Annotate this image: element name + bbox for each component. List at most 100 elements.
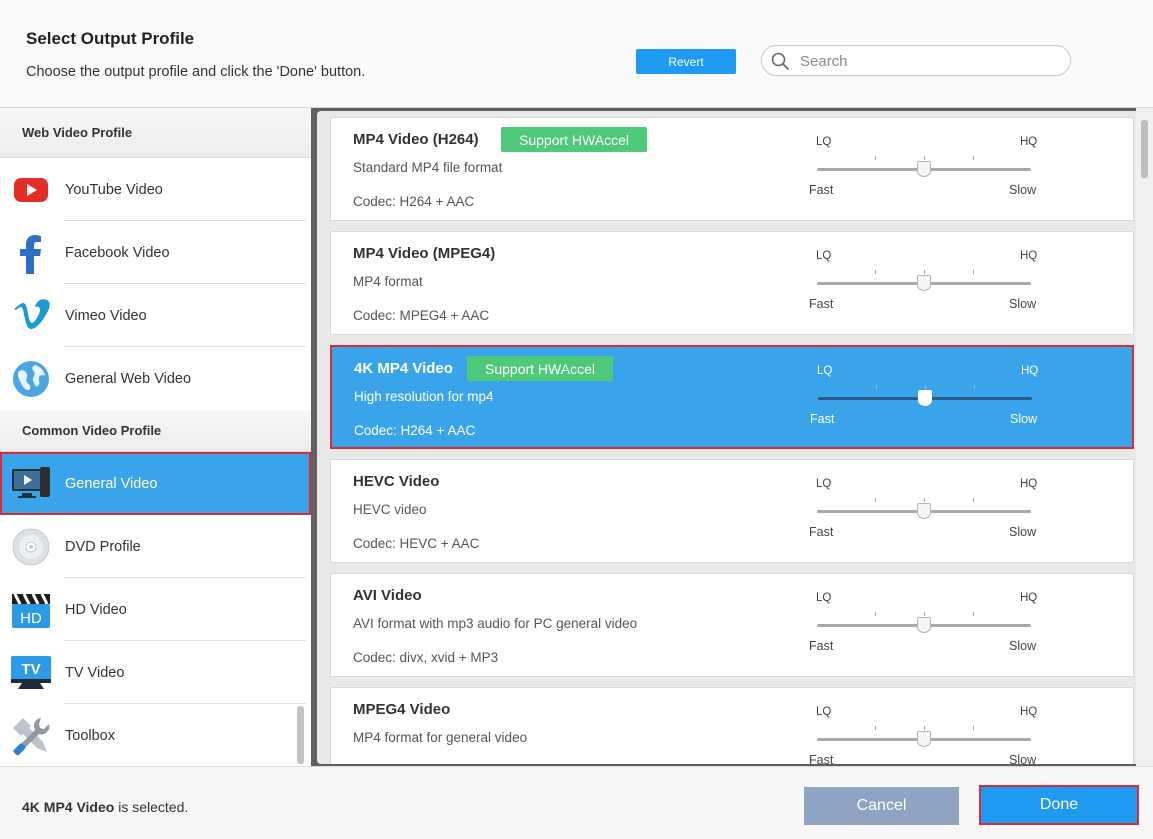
tv-icon: TV: [10, 652, 52, 694]
hq-label: HQ: [1020, 592, 1038, 604]
slider-tick: [973, 726, 974, 730]
vimeo-icon: [10, 295, 52, 337]
lq-label: LQ: [817, 365, 833, 377]
profile-name: AVI Video: [353, 587, 422, 604]
slow-label: Slow: [1010, 412, 1038, 426]
profile-description: Standard MP4 file format: [353, 160, 503, 175]
sidebar-item-dvd-profile[interactable]: DVD Profile: [0, 515, 311, 578]
sidebar-item-label: DVD Profile: [65, 538, 141, 555]
monitor-play-icon: [10, 463, 52, 505]
search-icon: [771, 52, 789, 70]
hd-clapper-icon: HD: [10, 589, 52, 631]
slow-label: Slow: [1009, 297, 1037, 311]
sidebar-item-label: Facebook Video: [65, 244, 170, 261]
slider-thumb[interactable]: [917, 731, 931, 747]
profile-card[interactable]: MPEG4 Video MP4 format for general video L…: [330, 687, 1134, 764]
hwaccel-badge: Support HWAccel: [467, 356, 613, 381]
sidebar-item-facebook-video[interactable]: Facebook Video: [0, 221, 311, 284]
profile-card[interactable]: AVI Video AVI format with mp3 audio for P…: [330, 573, 1134, 677]
dialog-subtitle: Choose the output profile and click the …: [26, 64, 366, 80]
profile-description: High resolution for mp4: [354, 389, 494, 404]
dialog-title: Select Output Profile: [26, 29, 195, 48]
quality-slider[interactable]: LQ HQ Fast Slow: [809, 250, 1039, 320]
sidebar-item-youtube-video[interactable]: YouTube Video: [0, 158, 311, 221]
slider-tick: [924, 498, 925, 502]
selected-profile-name: 4K MP4 Video: [22, 799, 115, 815]
profile-card[interactable]: MP4 Video (H264) Support HWAccel Standard …: [330, 117, 1134, 221]
done-button[interactable]: Done: [979, 785, 1139, 825]
quality-slider[interactable]: LQ HQ Fast Slow: [809, 478, 1039, 548]
sidebar-scrollbar[interactable]: [297, 706, 304, 764]
fast-label: Fast: [809, 297, 834, 311]
svg-text:TV: TV: [21, 661, 40, 678]
slider-tick: [875, 726, 876, 730]
profile-name: MP4 Video (H264): [353, 131, 479, 148]
hq-label: HQ: [1021, 365, 1039, 377]
slider-thumb[interactable]: [918, 390, 932, 406]
lq-label: LQ: [816, 706, 832, 718]
slider-tick: [875, 612, 876, 616]
hq-label: HQ: [1020, 478, 1038, 490]
slider-tick: [924, 612, 925, 616]
facebook-icon: [10, 232, 52, 274]
slow-label: Slow: [1009, 753, 1037, 764]
profile-list: MP4 Video (H264) Support HWAccel Standard …: [317, 111, 1146, 764]
hq-label: HQ: [1020, 706, 1038, 718]
sidebar-item-general-web-video[interactable]: General Web Video: [0, 347, 311, 410]
disc-icon: [10, 526, 52, 568]
lq-label: LQ: [816, 136, 832, 148]
sidebar-item-hd-video[interactable]: HD HD Video: [0, 578, 311, 641]
quality-slider[interactable]: LQ HQ Fast Slow: [809, 136, 1039, 206]
slider-tick: [974, 385, 975, 389]
dialog-header: Select Output Profile Choose the output …: [0, 0, 1153, 107]
fast-label: Fast: [810, 412, 835, 426]
profile-name: MPEG4 Video: [353, 701, 451, 718]
sidebar-item-toolbox[interactable]: Toolbox: [0, 704, 311, 766]
quality-slider[interactable]: LQ HQ Fast Slow: [810, 365, 1040, 435]
profile-name: HEVC Video: [353, 473, 440, 490]
scrollbar-thumb[interactable]: [1141, 120, 1148, 178]
sidebar-item-general-video[interactable]: General Video: [0, 452, 311, 515]
profile-list-scrollbar[interactable]: [1136, 108, 1153, 766]
slider-tick: [875, 270, 876, 274]
slider-tick: [973, 156, 974, 160]
svg-text:HD: HD: [20, 610, 42, 627]
slow-label: Slow: [1009, 525, 1037, 539]
revert-button[interactable]: Revert: [636, 49, 736, 74]
cancel-button[interactable]: Cancel: [804, 787, 959, 825]
slider-thumb[interactable]: [917, 503, 931, 519]
quality-slider[interactable]: LQ HQ Fast Slow: [809, 706, 1039, 764]
slider-tick: [924, 726, 925, 730]
hq-label: HQ: [1020, 250, 1038, 262]
search-box[interactable]: [761, 45, 1071, 76]
profile-codec: Codec: MPEG4 + AAC: [353, 308, 490, 323]
slider-tick: [924, 156, 925, 160]
fast-label: Fast: [809, 525, 834, 539]
profile-card[interactable]: HEVC Video HEVC video Codec: HEVC + AAC LQ H…: [330, 459, 1134, 563]
quality-slider[interactable]: LQ HQ Fast Slow: [809, 592, 1039, 662]
fast-label: Fast: [809, 753, 834, 764]
slider-tick: [925, 385, 926, 389]
slider-tick: [875, 498, 876, 502]
profile-description: AVI format with mp3 audio for PC general…: [353, 616, 638, 631]
slider-tick: [973, 498, 974, 502]
slider-thumb[interactable]: [917, 161, 931, 177]
hwaccel-badge: Support HWAccel: [501, 127, 647, 152]
slider-tick: [875, 156, 876, 160]
search-input[interactable]: [800, 50, 1060, 72]
sidebar-item-label: Toolbox: [65, 727, 115, 744]
sidebar-item-label: TV Video: [65, 664, 125, 681]
globe-icon: [10, 358, 52, 400]
profile-list-panel: MP4 Video (H264) Support HWAccel Standard …: [311, 107, 1153, 766]
slider-thumb[interactable]: [917, 617, 931, 633]
profile-card[interactable]: MP4 Video (MPEG4) MP4 format Codec: MPEG4 …: [330, 231, 1134, 335]
sidebar-item-tv-video[interactable]: TV TV Video: [0, 641, 311, 704]
sidebar-list: Web Video Profile YouTube Video Facebook…: [0, 108, 311, 766]
slider-tick: [973, 270, 974, 274]
profile-card[interactable]: 4K MP4 Video Support HWAccel High resoluti…: [330, 345, 1134, 449]
selected-suffix: is selected.: [114, 799, 189, 815]
slider-thumb[interactable]: [917, 275, 931, 291]
profile-description: HEVC video: [353, 502, 427, 517]
profile-description: MP4 format for general video: [353, 730, 528, 745]
sidebar-item-vimeo-video[interactable]: Vimeo Video: [0, 284, 311, 347]
